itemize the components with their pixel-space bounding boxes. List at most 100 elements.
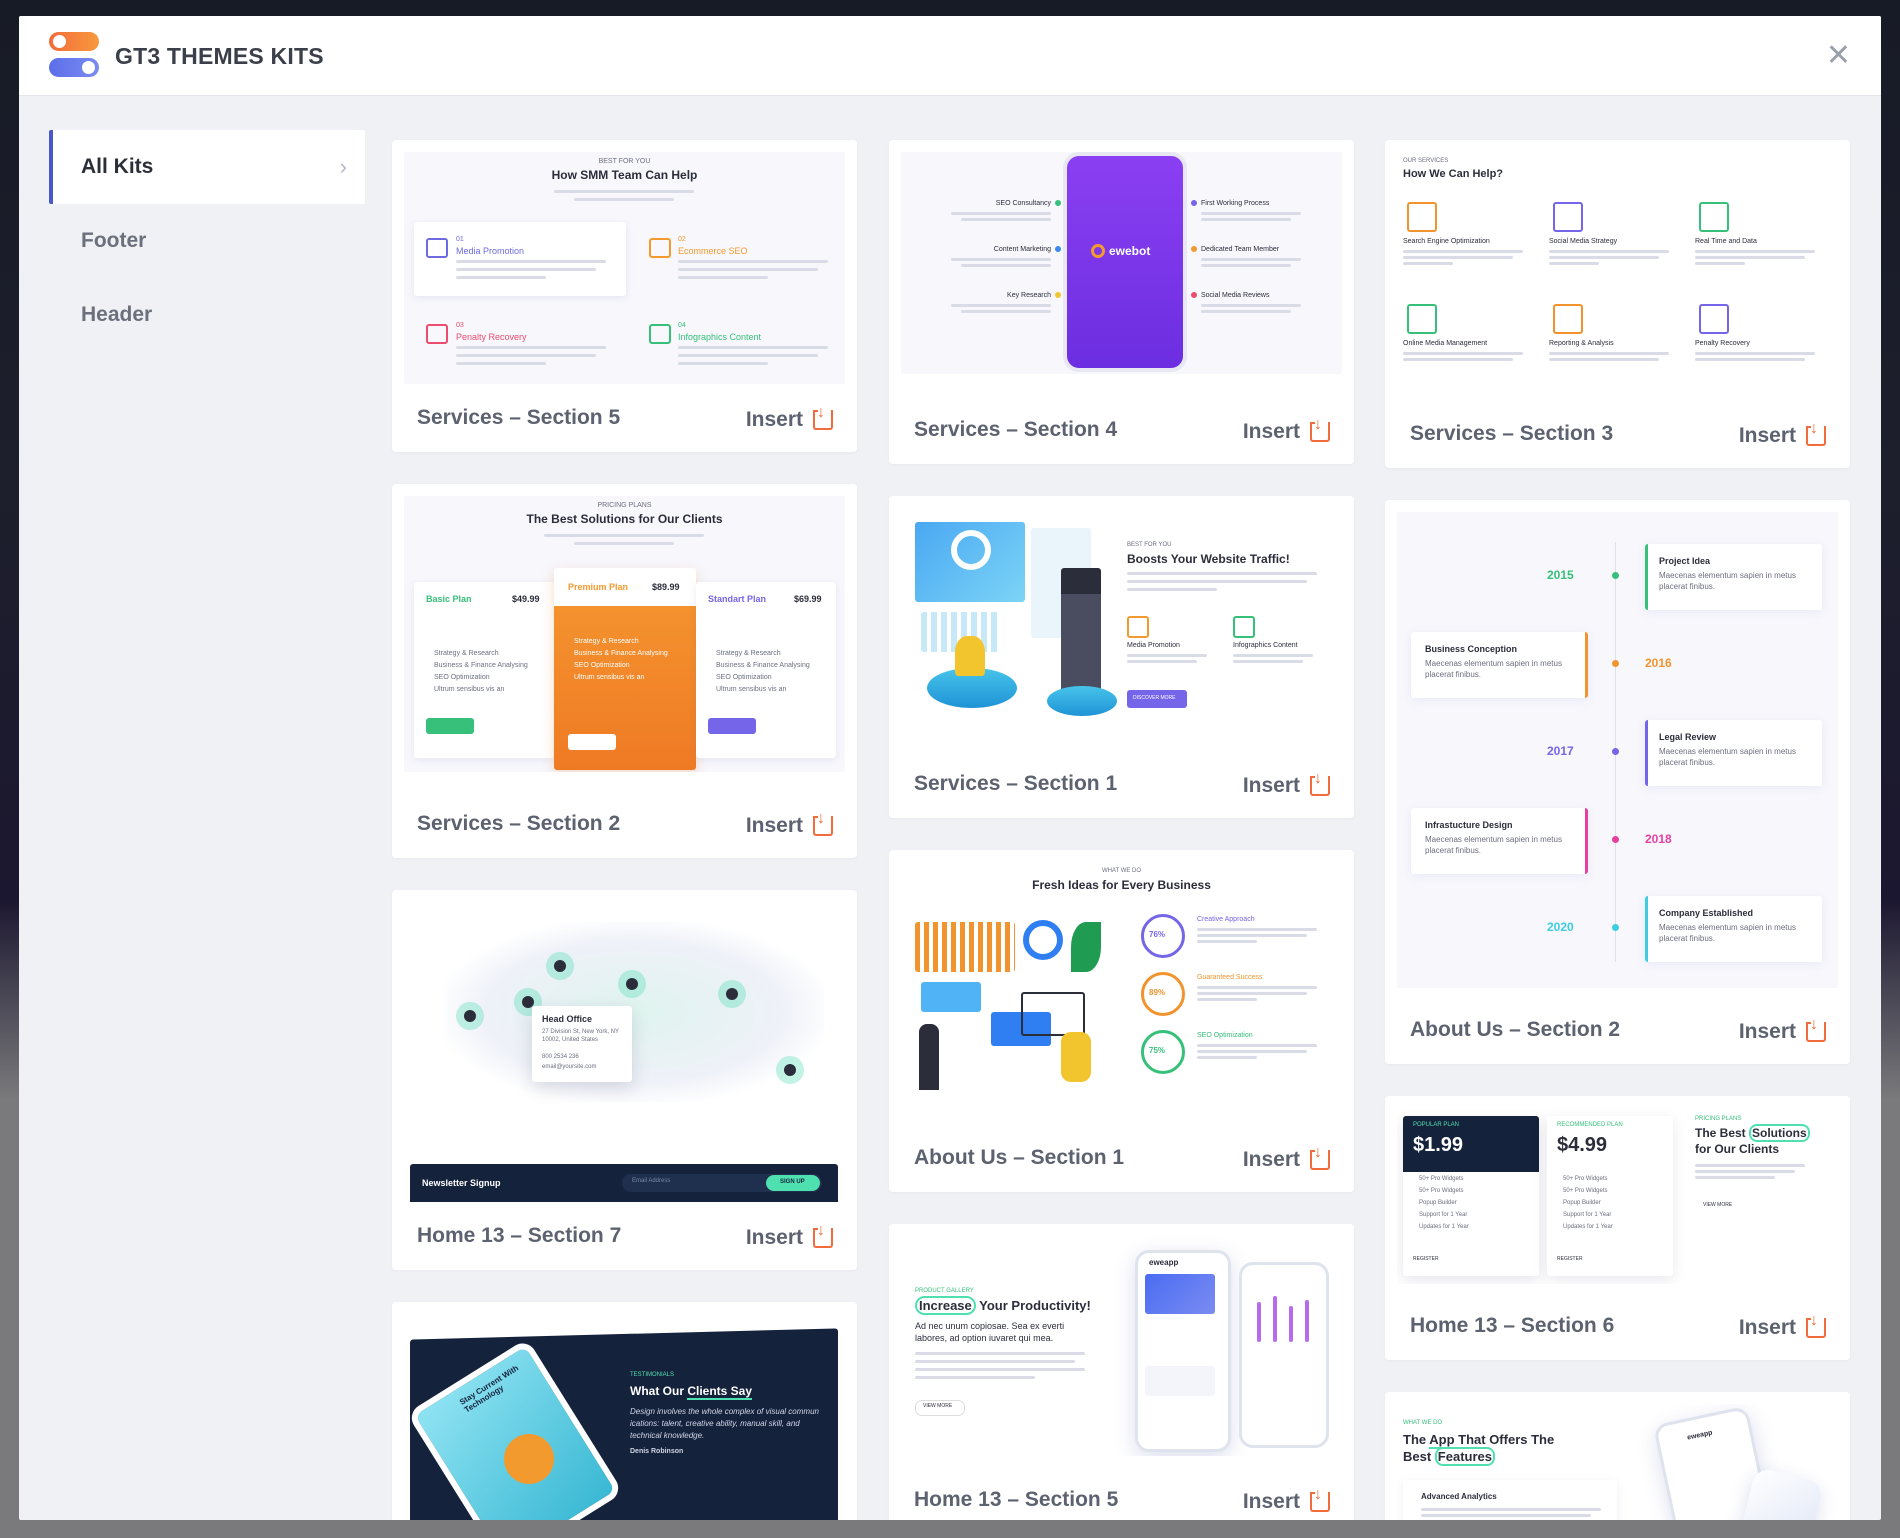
preview-item: Real Time and Data: [1695, 238, 1757, 245]
insert-button[interactable]: Insert: [746, 404, 833, 432]
insert-label: Insert: [1738, 424, 1796, 447]
heading-highlight: Features: [1434, 1447, 1495, 1466]
insert-button[interactable]: Insert: [1243, 1486, 1330, 1514]
plan-price: $69.99: [794, 594, 822, 604]
download-icon: [1310, 770, 1330, 796]
kit-card[interactable]: PRODUCT GALLERY Increase Your Productivi…: [889, 1224, 1354, 1520]
kit-card[interactable]: BEST FOR YOU Boosts Your Website Traffic…: [889, 496, 1354, 818]
feature-left: SEO Consultancy: [995, 200, 1051, 207]
kit-card[interactable]: ewebot SEO Consultancy Content Marketing…: [889, 140, 1354, 464]
insert-button[interactable]: Insert: [1738, 1312, 1826, 1340]
kit-card[interactable]: 2015 Project Idea Maecenas elementum sap…: [1385, 500, 1850, 1064]
kit-preview: WHAT WE DO The App That Offers The Best …: [1397, 1404, 1838, 1520]
insert-label: Insert: [1738, 1316, 1796, 1339]
preview-kicker: WHAT WE DO: [1101, 868, 1142, 874]
preview-item: Search Engine Optimization: [1403, 238, 1490, 245]
insert-button[interactable]: Insert: [746, 810, 833, 838]
insert-button[interactable]: Insert: [745, 1222, 833, 1250]
sidebar-item-footer[interactable]: Footer: [49, 204, 365, 278]
preview-kicker: PRICING PLANS: [597, 502, 652, 509]
plan-feature: Updates for 1 Year: [1419, 1224, 1469, 1230]
kit-card[interactable]: OUR SERVICES How We Can Help? Search Eng…: [1385, 140, 1850, 468]
timeline-year: 2020: [1547, 920, 1574, 934]
sidebar-item-all-kits[interactable]: All Kits ›: [49, 130, 365, 204]
plan-feature: Updates for 1 Year: [1563, 1224, 1613, 1230]
phone-brand: ewebot: [1109, 244, 1151, 258]
kit-card[interactable]: Head Office 27 Division St, New York, NY…: [392, 890, 857, 1270]
kit-card[interactable]: WHAT WE DO The App That Offers The Best …: [1385, 1392, 1850, 1520]
stat-title: SEO Optimization: [1197, 1032, 1253, 1039]
kit-title: Services – Section 5: [417, 406, 621, 429]
office-title: Head Office: [542, 1014, 593, 1024]
stat-value: 89%: [1149, 988, 1166, 997]
kit-title: Home 13 – Section 5: [914, 1488, 1119, 1511]
insert-button[interactable]: Insert: [1738, 420, 1826, 448]
sidebar-item-label: Header: [81, 303, 153, 326]
preview-kicker: PRICING PLANS: [1695, 1116, 1742, 1122]
chevron-right-icon: ›: [339, 154, 347, 179]
stat-title: Guaranteed Success: [1197, 974, 1263, 981]
kit-title: Services – Section 1: [914, 772, 1118, 795]
preview-kicker: BEST FOR YOU: [1127, 542, 1172, 548]
plan-feature: Support for 1 Year: [1419, 1212, 1468, 1218]
timeline-desc: Maecenas elementum sapien in metus place…: [1659, 923, 1796, 943]
kit-card[interactable]: BEST FOR YOU How SMM Team Can Help 01 Me…: [392, 140, 857, 452]
plan-name: Standart Plan: [708, 594, 767, 604]
plan-price: $4.99: [1557, 1134, 1608, 1156]
plan-feature: 50+ Pro Widgets: [1563, 1188, 1608, 1194]
preview-heading: Boosts Your Website Traffic!: [1127, 552, 1290, 566]
kit-preview: 2015 Project Idea Maecenas elementum sap…: [1397, 512, 1838, 988]
preview-item: Ecommerce SEO: [678, 246, 748, 256]
plan-feature: SEO Optimization: [434, 674, 490, 681]
kit-title: Services – Section 2: [417, 812, 621, 835]
plan-feature: Ultrum sensibus vis an: [434, 686, 505, 693]
preview-cta: DISCOVER MORE: [1133, 695, 1176, 701]
plan-feature: Business & Finance Analysing: [716, 662, 810, 669]
timeline-title: Company Established: [1659, 908, 1754, 918]
download-icon: [1806, 420, 1826, 446]
insert-button[interactable]: Insert: [1243, 770, 1330, 798]
modal-header: GT3 THEMES KITS ✕: [19, 16, 1881, 96]
plan-register: REGISTER: [1413, 1256, 1439, 1262]
close-icon[interactable]: ✕: [1826, 41, 1851, 71]
timeline-title: Project Idea: [1659, 556, 1711, 566]
kit-preview: PRODUCT GALLERY Increase Your Productivi…: [901, 1236, 1342, 1456]
plan-feature: Strategy & Research: [574, 638, 639, 645]
plan-feature: Ultrum sensibus vis an: [716, 686, 787, 693]
heading-highlight: Clients Say: [687, 1384, 753, 1400]
timeline-year: 2016: [1645, 656, 1672, 670]
download-icon: [813, 1222, 833, 1248]
kit-preview: Stay Current With Technology TESTIMONIAL…: [404, 1314, 845, 1520]
view-more: VIEW MORE: [1703, 1202, 1733, 1208]
insert-button[interactable]: Insert: [1243, 416, 1330, 444]
plan-price: $89.99: [652, 582, 680, 592]
kit-preview: BEST FOR YOU Boosts Your Website Traffic…: [901, 508, 1342, 738]
plan-feature: SEO Optimization: [574, 662, 630, 669]
plan-register: REGISTER: [1557, 1256, 1583, 1262]
preview-number: 04: [678, 322, 686, 329]
sidebar-item-label: All Kits: [81, 155, 154, 178]
download-icon: [813, 810, 833, 836]
heading-part: for Our Clients: [1695, 1142, 1780, 1156]
kit-card[interactable]: PRICING PLANS The Best Solutions for Our…: [392, 484, 857, 858]
sidebar-item-header[interactable]: Header: [49, 278, 365, 352]
plan-feature: Support for 1 Year: [1563, 1212, 1612, 1218]
office-address: 27 Division St, New York, NY 10002, Unit…: [542, 1029, 619, 1043]
preview-item: Media Promotion: [1127, 642, 1180, 649]
heading-part: Your Productivity!: [975, 1298, 1091, 1313]
kit-card[interactable]: WHAT WE DO Fresh Ideas for Every Busines…: [889, 850, 1354, 1192]
insert-label: Insert: [745, 1226, 803, 1249]
timeline-desc: Maecenas elementum sapien in metus place…: [1425, 659, 1562, 679]
insert-button[interactable]: Insert: [1739, 1016, 1826, 1044]
timeline-title: Infrastucture Design: [1425, 820, 1513, 830]
feature-left: Key Research: [1007, 292, 1051, 299]
preview-heading: The Best Solutions for Our Clients: [526, 512, 723, 526]
feature-left: Content Marketing: [993, 246, 1051, 253]
preview-item: Infographics Content: [678, 332, 762, 342]
app-brand: eweapp: [1149, 1258, 1179, 1267]
kit-card[interactable]: POPULAR PLAN $1.99 50+ Pro Widgets 50+ P…: [1385, 1096, 1850, 1360]
newsletter-title: Newsletter Signup: [422, 1178, 501, 1188]
insert-button[interactable]: Insert: [1243, 1144, 1330, 1172]
kit-title: Home 13 – Section 6: [1410, 1314, 1615, 1337]
kit-card[interactable]: Stay Current With Technology TESTIMONIAL…: [392, 1302, 857, 1520]
